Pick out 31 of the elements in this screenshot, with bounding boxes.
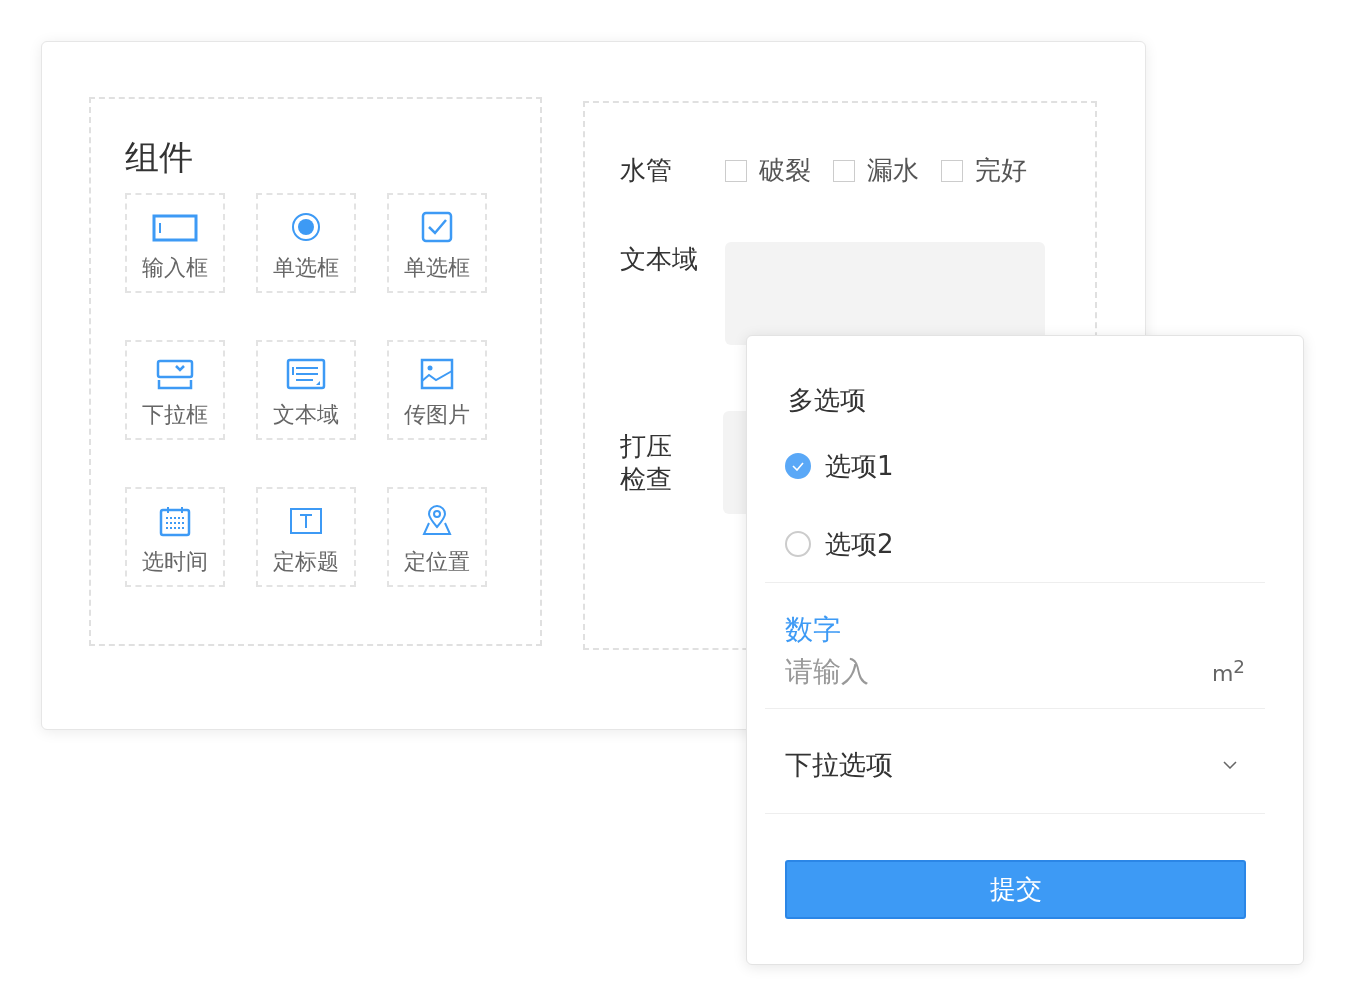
group-title: 多选项	[788, 384, 867, 417]
component-tile[interactable]: 下拉框	[125, 340, 225, 440]
field-label: 文本域	[619, 243, 699, 276]
text-area[interactable]	[724, 242, 1045, 345]
component-tile[interactable]: 定位置	[387, 487, 487, 587]
component-tile[interactable]: 定标题	[256, 487, 356, 587]
component-tile[interactable]: 文本域	[256, 340, 356, 440]
checkbox[interactable]	[832, 159, 855, 182]
unit-label: m$^{2}$	[1211, 656, 1245, 687]
component-tile[interactable]: 选时间	[125, 487, 225, 587]
check-icon	[792, 461, 804, 471]
component-tile[interactable]: 单选框	[387, 193, 487, 293]
checkbox[interactable]	[724, 159, 747, 182]
component-tile[interactable]: 输入框	[125, 193, 225, 293]
component-tile[interactable]: 单选框	[256, 193, 356, 293]
checkbox-option[interactable]: 漏水	[832, 153, 919, 188]
panel-title: 组件	[125, 136, 194, 179]
component-tile[interactable]: 传图片	[387, 340, 487, 440]
checkbox-option[interactable]: 破裂	[724, 153, 811, 188]
dropdown-field[interactable]: 下拉选项	[785, 737, 1245, 793]
number-input[interactable]: 请输入	[785, 655, 1212, 688]
option-radio[interactable]	[785, 453, 811, 479]
field-label: 水管	[619, 154, 673, 187]
checkbox[interactable]	[940, 159, 963, 182]
option-item[interactable]: 选项2	[785, 526, 1265, 562]
option-radio[interactable]	[785, 531, 811, 557]
field-label: 打压检查	[619, 429, 672, 496]
chevron-down-icon	[1223, 761, 1237, 769]
checkbox-option[interactable]: 完好	[940, 153, 1027, 188]
option-item[interactable]: 选项1	[785, 448, 1265, 484]
field-label: 数字	[785, 612, 842, 648]
